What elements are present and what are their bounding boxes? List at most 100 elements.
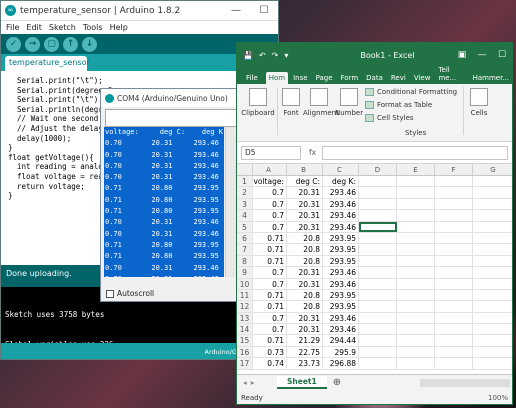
cell[interactable]: 20.31 <box>287 210 323 221</box>
row-header[interactable]: 9 <box>237 267 253 278</box>
serial-send-input[interactable] <box>105 109 241 127</box>
cells-group[interactable]: Cells <box>467 88 491 117</box>
cell[interactable] <box>435 335 473 346</box>
conditional-formatting-button[interactable]: Conditional Formatting <box>365 88 457 96</box>
tab-home[interactable]: Hom <box>265 72 289 84</box>
cell[interactable] <box>435 312 473 324</box>
autoscroll-option[interactable]: Autoscroll <box>106 289 154 298</box>
zoom-level[interactable]: 100% <box>488 394 512 402</box>
add-sheet-icon[interactable]: ⊕ <box>333 377 341 388</box>
cell[interactable] <box>397 358 435 369</box>
cell[interactable] <box>473 290 512 300</box>
number-group[interactable]: Number <box>335 88 363 117</box>
cell[interactable]: 0.7 <box>253 210 287 221</box>
row-header[interactable]: 16 <box>237 346 253 358</box>
cell[interactable] <box>435 255 473 267</box>
cell[interactable]: 296.88 <box>323 358 359 369</box>
cell[interactable] <box>473 176 512 186</box>
minimize-icon[interactable]: — <box>222 5 250 16</box>
cell[interactable]: 293.46 <box>323 267 359 278</box>
cell[interactable] <box>397 324 435 335</box>
cell[interactable]: 0.71 <box>253 335 287 346</box>
cell[interactable]: 0.7 <box>253 198 287 210</box>
minimize-icon[interactable]: — <box>472 50 492 60</box>
tab-insert[interactable]: Inse <box>290 72 310 84</box>
cell[interactable]: 20.31 <box>287 278 323 289</box>
cell[interactable] <box>473 233 512 243</box>
cell[interactable] <box>473 279 512 289</box>
tab-review[interactable]: Revi <box>388 72 409 84</box>
cell[interactable]: 293.46 <box>323 198 359 210</box>
column-header-a[interactable]: A <box>253 164 287 175</box>
row-header[interactable]: 8 <box>237 255 253 267</box>
cell[interactable] <box>359 210 397 221</box>
cell[interactable] <box>473 313 512 323</box>
column-header-g[interactable]: G <box>473 164 512 175</box>
cell[interactable]: 295.9 <box>323 346 359 358</box>
menu-tools[interactable]: Tools <box>83 23 103 32</box>
row-header[interactable]: 3 <box>237 198 253 210</box>
formula-input[interactable] <box>322 145 508 160</box>
cell[interactable]: 293.46 <box>323 210 359 221</box>
cell[interactable] <box>359 358 397 369</box>
account-name[interactable]: Hammer... <box>470 72 512 84</box>
column-header-e[interactable]: E <box>397 164 435 175</box>
cell[interactable] <box>359 255 397 267</box>
save-button[interactable]: ↓ <box>82 36 97 52</box>
format-as-table-button[interactable]: Format as Table <box>365 101 432 109</box>
cell[interactable] <box>359 301 397 312</box>
ribbon-display-icon[interactable]: ▣ <box>452 50 472 60</box>
cell[interactable]: 293.46 <box>323 221 359 232</box>
cell[interactable]: 0.7 <box>253 221 287 232</box>
cell[interactable] <box>435 346 473 358</box>
cell[interactable]: 20.8 <box>287 255 323 267</box>
cell[interactable]: 23.73 <box>287 358 323 369</box>
cell[interactable] <box>435 210 473 221</box>
cell[interactable] <box>473 324 512 334</box>
row-header[interactable]: 14 <box>237 324 253 335</box>
cell[interactable]: 20.8 <box>287 232 323 244</box>
cell[interactable] <box>397 335 435 346</box>
cell[interactable]: 20.31 <box>287 312 323 324</box>
cell[interactable] <box>359 176 397 187</box>
cell[interactable]: deg C: <box>287 176 323 187</box>
cell[interactable] <box>359 278 397 289</box>
cell[interactable] <box>397 210 435 221</box>
row-header[interactable]: 12 <box>237 301 253 312</box>
maximize-icon[interactable]: ☐ <box>492 50 512 60</box>
name-box[interactable]: D5 <box>241 145 301 160</box>
cell[interactable]: 20.8 <box>287 244 323 255</box>
cell[interactable]: 293.95 <box>323 255 359 267</box>
sheet-tab-sheet1[interactable]: Sheet1 <box>277 376 327 389</box>
column-header-d[interactable]: D <box>359 164 397 175</box>
cell[interactable] <box>435 232 473 244</box>
horizontal-scrollbar[interactable] <box>420 378 510 387</box>
cell[interactable] <box>473 335 512 345</box>
cell[interactable] <box>435 198 473 210</box>
cell[interactable]: 0.7 <box>253 278 287 289</box>
cell[interactable] <box>435 358 473 369</box>
column-header-c[interactable]: C <box>323 164 359 175</box>
cell[interactable]: 0.71 <box>253 255 287 267</box>
tell-me-box[interactable]: Tell me... <box>435 64 467 84</box>
cell[interactable]: 293.95 <box>323 301 359 312</box>
row-header[interactable]: 11 <box>237 289 253 301</box>
cell[interactable]: 0.71 <box>253 301 287 312</box>
column-header-b[interactable]: B <box>287 164 323 175</box>
cell-styles-button[interactable]: Cell Styles <box>365 114 414 122</box>
cell[interactable]: 293.95 <box>323 244 359 255</box>
cell[interactable] <box>397 232 435 244</box>
cell[interactable]: 0.71 <box>253 244 287 255</box>
row-header[interactable]: 10 <box>237 278 253 289</box>
row-header[interactable]: 1 <box>237 176 253 187</box>
cell[interactable] <box>359 244 397 255</box>
cell[interactable]: 20.31 <box>287 267 323 278</box>
row-header[interactable]: 2 <box>237 187 253 198</box>
fx-icon[interactable]: fx <box>309 148 316 157</box>
cell[interactable] <box>397 267 435 278</box>
cell[interactable] <box>397 221 435 232</box>
cell[interactable] <box>359 335 397 346</box>
cell[interactable] <box>397 187 435 198</box>
cell[interactable]: deg K: <box>323 176 359 187</box>
cell[interactable] <box>435 244 473 255</box>
